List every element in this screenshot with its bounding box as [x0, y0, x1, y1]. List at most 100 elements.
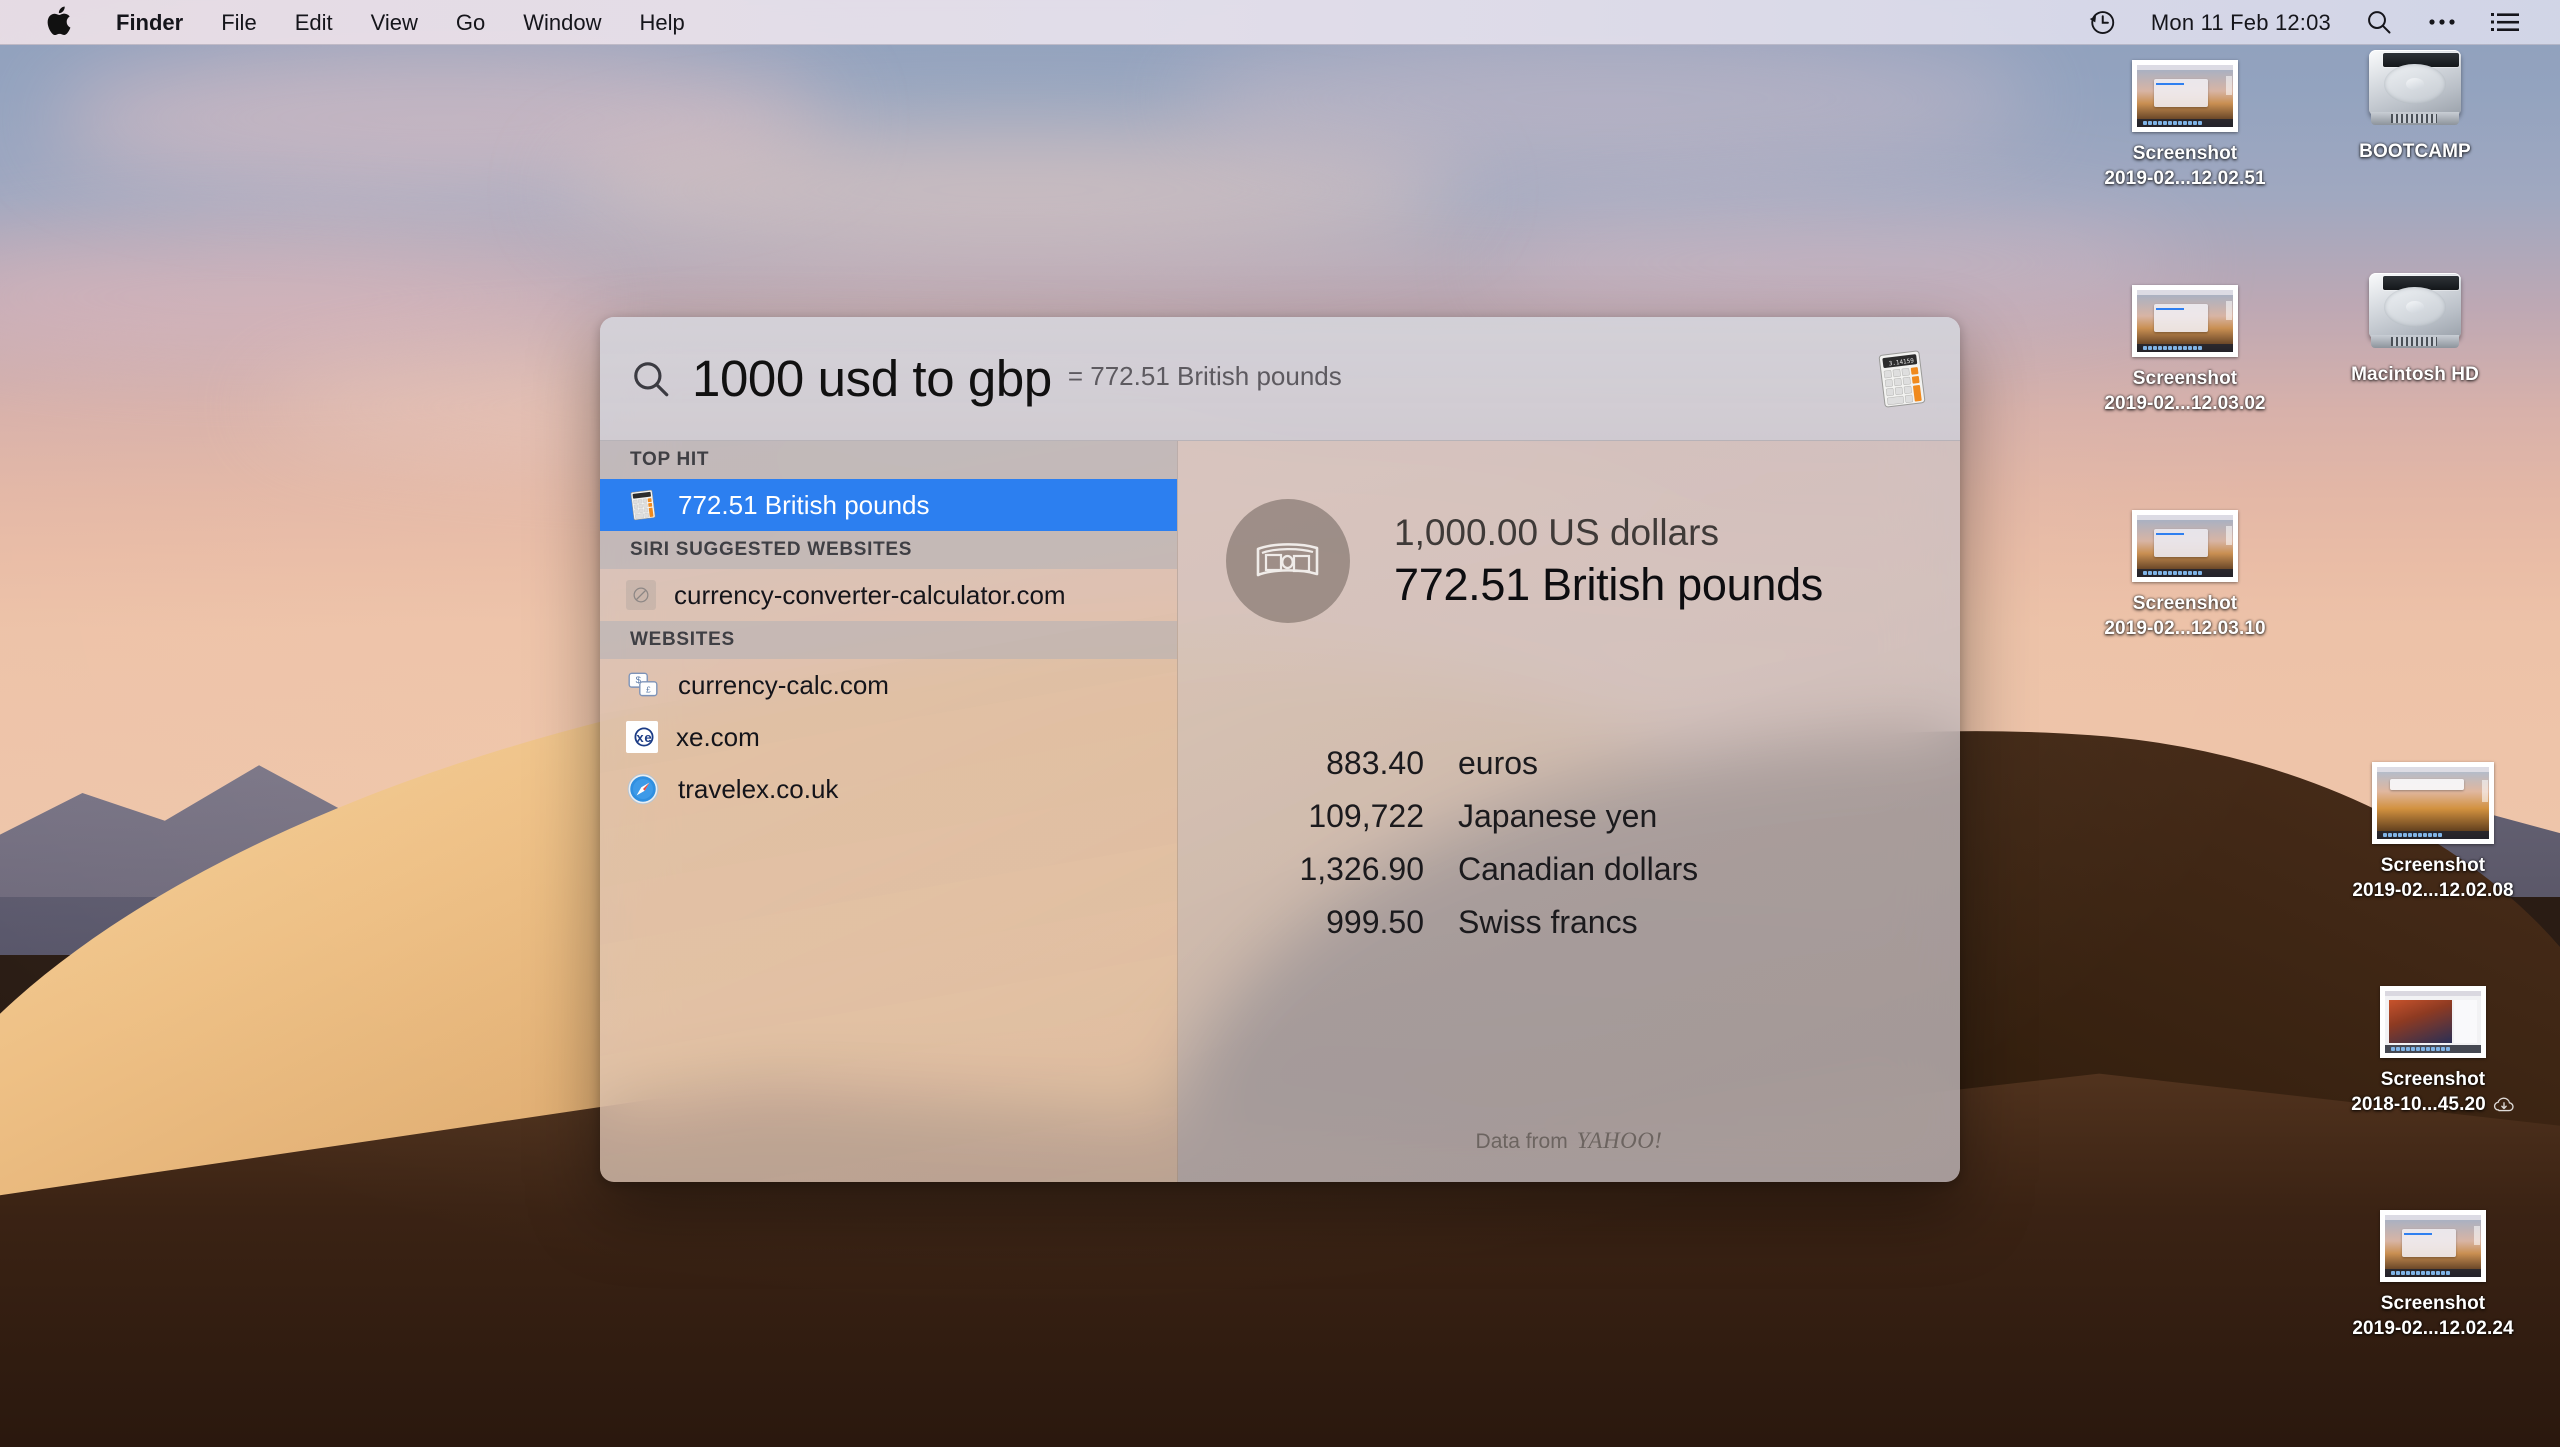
menu-bar: Finder File Edit View Go Window Help Mon… [0, 0, 2560, 45]
spotlight-body: TOP HIT [600, 441, 1960, 1182]
screenshot-thumbnail [2132, 60, 2238, 132]
conversion-currency: Canadian dollars [1458, 851, 1698, 888]
desktop-icon-screenshot[interactable]: Screenshot 2019-02...12.02.51 [2080, 60, 2290, 192]
desktop-icon-label: Screenshot 2019-02...12.03.10 [2104, 591, 2265, 642]
menu-finder[interactable]: Finder [97, 0, 202, 45]
preview-icon-circle [1226, 499, 1350, 623]
screenshot-thumbnail [2132, 285, 2238, 357]
desktop-icon-label: Screenshot 2019-02...12.03.02 [2104, 366, 2265, 417]
conversion-value: 999.50 [1178, 904, 1458, 941]
desktop-icon-label: Screenshot 2019-02...12.02.08 [2352, 853, 2513, 904]
desktop-icon-label-line2: 2019-02...12.02.51 [2104, 166, 2265, 191]
desktop-icon-label-line1: Screenshot [2104, 591, 2265, 616]
list-lines-icon [2491, 11, 2519, 33]
result-row-siri-website[interactable]: currency-converter-calculator.com [600, 569, 1177, 621]
spotlight-menu-item[interactable] [2348, 8, 2410, 36]
result-row-website[interactable]: x e xe.com [600, 711, 1177, 763]
conversion-row: 883.40 euros [1178, 745, 1824, 798]
money-favicon-icon: $ £ [626, 668, 660, 702]
conversion-row: 999.50 Swiss francs [1178, 904, 1824, 957]
result-row-label: xe.com [676, 722, 760, 753]
menu-bar-status-items: Mon 11 Feb 12:03 [2070, 0, 2560, 45]
menu-file[interactable]: File [202, 0, 275, 45]
desktop-icon-label-line2: 2019-02...12.03.10 [2104, 616, 2265, 641]
menu-window[interactable]: Window [504, 0, 620, 45]
hard-drive-icon [2363, 42, 2467, 130]
ellipsis-icon [2427, 16, 2457, 28]
result-row-top-hit[interactable]: 772.51 British pounds [600, 479, 1177, 531]
banknote-icon [1253, 537, 1323, 585]
spotlight-inline-result: = 772.51 British pounds [1068, 361, 1342, 396]
spotlight-results-list: TOP HIT [600, 441, 1178, 1182]
yahoo-logo-text: YAHOO! [1577, 1128, 1663, 1154]
preview-header: 1,000.00 US dollars 772.51 British pound… [1178, 441, 1960, 623]
apple-menu[interactable] [26, 6, 97, 38]
screenshot-thumbnail [2132, 510, 2238, 582]
result-row-website[interactable]: travelex.co.uk [600, 763, 1177, 815]
desktop-icon-label-line1: BOOTCAMP [2359, 139, 2471, 164]
time-machine-status-item[interactable] [2070, 7, 2134, 37]
results-section-header-websites: WEBSITES [600, 621, 1177, 659]
desktop-icon-label: Screenshot 2018-10...45.20 [2351, 1067, 2515, 1118]
desktop-icon-label-line1: Screenshot [2104, 366, 2265, 391]
spotlight-window: 1000 usd to gbp = 772.51 British pounds … [600, 317, 1960, 1182]
screenshot-thumbnail [2372, 762, 2494, 844]
control-center-menu-item[interactable] [2410, 16, 2474, 28]
conversion-value: 883.40 [1178, 745, 1458, 782]
desktop-icon-label: Screenshot 2019-02...12.02.24 [2352, 1291, 2513, 1342]
desktop-icon-label-line1: Macintosh HD [2351, 362, 2479, 387]
conversion-currency: Swiss francs [1458, 904, 1638, 941]
search-icon [2365, 8, 2393, 36]
apple-logo-icon [45, 6, 72, 38]
desktop-icon-screenshot[interactable]: Screenshot 2019-02...12.02.24 [2328, 1210, 2538, 1342]
search-icon [630, 358, 672, 400]
preview-from-amount: 1,000.00 US dollars [1394, 509, 1823, 556]
desktop-icon-label-line2: 2019-02...12.02.24 [2352, 1316, 2513, 1341]
spotlight-query-text[interactable]: 1000 usd to gbp [692, 349, 1052, 408]
menu-bar-clock[interactable]: Mon 11 Feb 12:03 [2134, 0, 2348, 45]
preview-amounts: 1,000.00 US dollars 772.51 British pound… [1394, 509, 1823, 614]
result-row-label: 772.51 British pounds [678, 490, 930, 521]
preview-data-source-footer: Data from YAHOO! [1178, 1128, 1960, 1182]
calculator-icon: 3.14159 [1870, 347, 1934, 411]
desktop-icon-label-line1: Screenshot [2351, 1067, 2515, 1092]
footer-prefix: Data from [1476, 1130, 1568, 1154]
spotlight-preview-pane: 1,000.00 US dollars 772.51 British pound… [1178, 441, 1960, 1182]
desktop-icon-bootcamp[interactable]: BOOTCAMP [2310, 42, 2520, 164]
screenshot-thumbnail [2380, 986, 2486, 1058]
notification-center-menu-item[interactable] [2474, 11, 2536, 33]
desktop-icon-label: Macintosh HD [2351, 362, 2479, 387]
spotlight-search-field[interactable]: 1000 usd to gbp = 772.51 British pounds … [600, 317, 1960, 441]
desktop-icon-label-line2: 2018-10...45.20 [2351, 1092, 2515, 1117]
time-machine-icon [2087, 7, 2117, 37]
desktop-icon-screenshot[interactable]: Screenshot 2018-10...45.20 [2328, 986, 2538, 1118]
preview-conversions-table: 883.40 euros 109,722 Japanese yen 1,326.… [1178, 745, 1960, 957]
screenshot-thumbnail [2380, 1210, 2486, 1282]
result-row-label: travelex.co.uk [678, 774, 838, 805]
svg-text:£: £ [646, 684, 651, 694]
result-row-label: currency-calc.com [678, 670, 889, 701]
menu-help[interactable]: Help [621, 0, 704, 45]
conversion-value: 109,722 [1178, 798, 1458, 835]
menu-bar-app-menus: Finder File Edit View Go Window Help [0, 0, 704, 45]
result-row-website[interactable]: $ £ currency-calc.com [600, 659, 1177, 711]
conversion-currency: euros [1458, 745, 1538, 782]
results-section-header-siri-suggested: SIRI SUGGESTED WEBSITES [600, 531, 1177, 569]
conversion-currency: Japanese yen [1458, 798, 1657, 835]
desktop-icon-macintosh-hd[interactable]: Macintosh HD [2310, 265, 2520, 387]
svg-text:e: e [644, 730, 651, 745]
inline-result-value: 772.51 British pounds [1090, 361, 1342, 391]
svg-text:x: x [636, 730, 644, 745]
result-row-label: currency-converter-calculator.com [674, 580, 1066, 611]
desktop-icon-screenshot[interactable]: Screenshot 2019-02...12.03.10 [2080, 510, 2290, 642]
desktop-icon-screenshot[interactable]: Screenshot 2019-02...12.03.02 [2080, 285, 2290, 417]
safari-favicon-icon [626, 772, 660, 806]
menu-go[interactable]: Go [437, 0, 504, 45]
desktop-icon-screenshot[interactable]: Screenshot 2019-02...12.02.08 [2328, 762, 2538, 904]
menu-view[interactable]: View [352, 0, 437, 45]
conversion-row: 109,722 Japanese yen [1178, 798, 1824, 851]
xe-favicon-icon: x e [626, 721, 658, 753]
preview-to-amount: 772.51 British pounds [1394, 556, 1823, 614]
menu-edit[interactable]: Edit [276, 0, 352, 45]
desktop-icon-label: Screenshot 2019-02...12.02.51 [2104, 141, 2265, 192]
